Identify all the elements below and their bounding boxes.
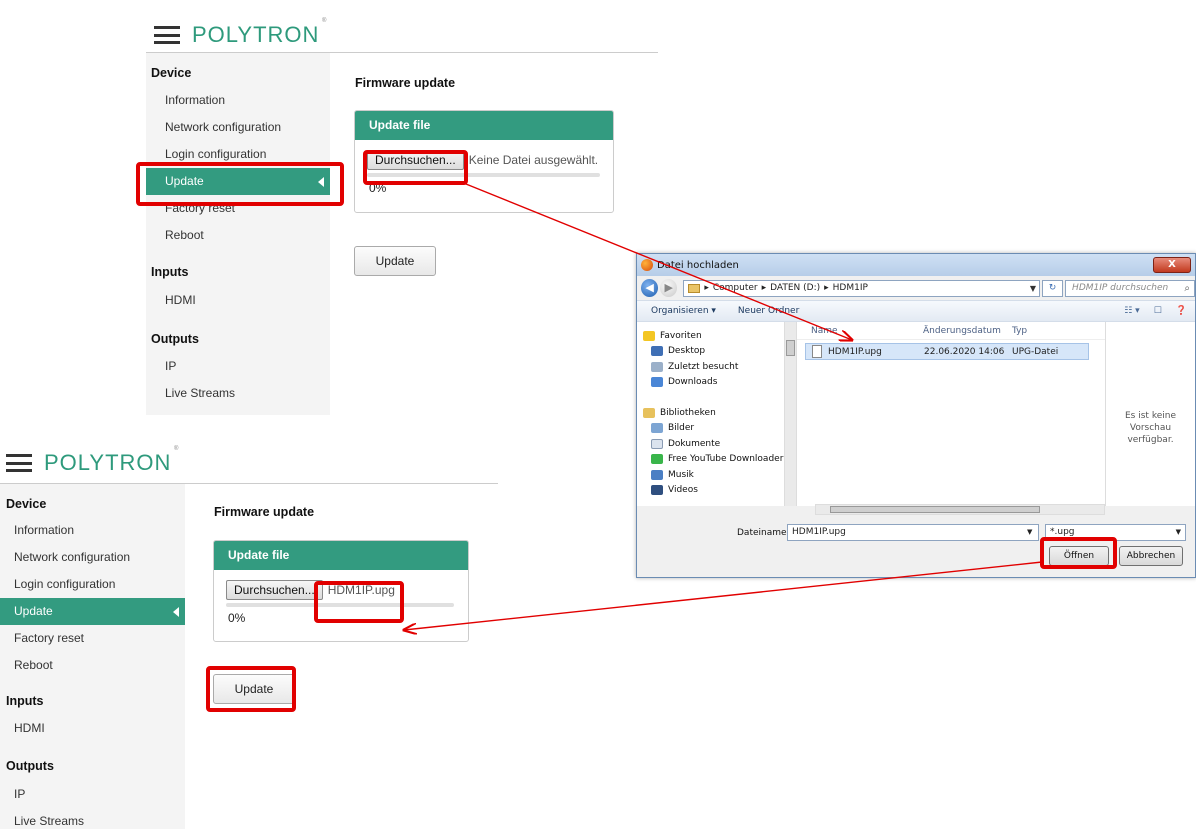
highlight-open-button — [1040, 537, 1117, 569]
highlight-update-button-bottom — [206, 666, 296, 712]
highlight-browse-top — [363, 150, 468, 185]
highlight-filename-bottom — [314, 581, 404, 623]
arrow-browse-to-file — [460, 181, 852, 340]
arrow-open-to-field — [404, 561, 1043, 630]
annotation-arrows — [0, 181, 1043, 829]
highlight-update-top — [136, 162, 344, 206]
